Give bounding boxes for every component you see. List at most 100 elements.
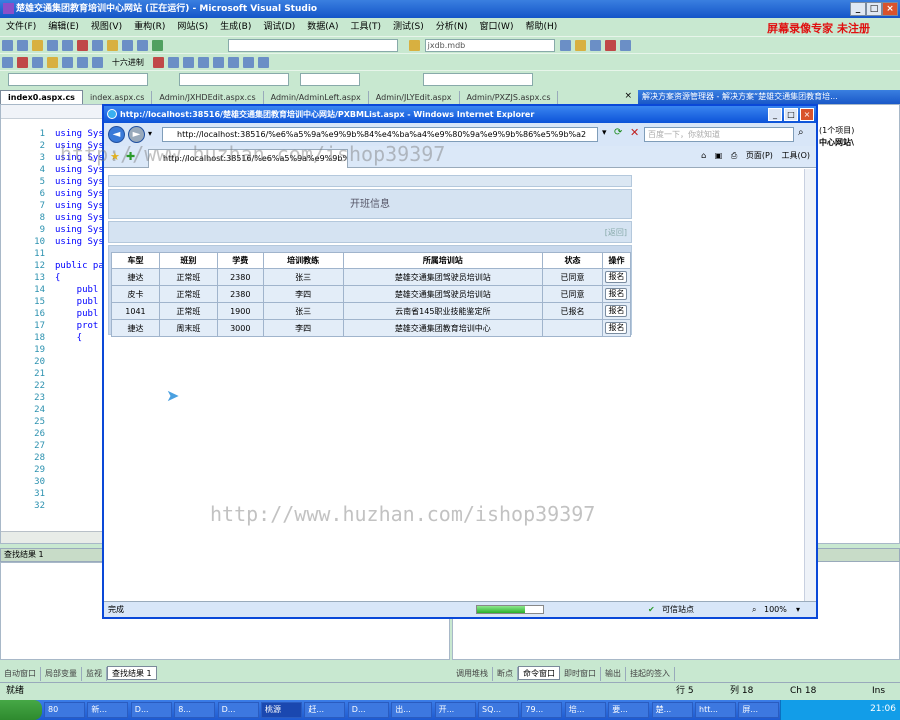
ie-minimize-button[interactable]: _: [768, 108, 782, 121]
open-file-icon[interactable]: [32, 40, 43, 51]
close-document-icon[interactable]: ×: [624, 91, 632, 101]
paste-icon[interactable]: [107, 40, 118, 51]
back-link[interactable]: [返回]: [605, 228, 627, 237]
align-left-icon[interactable]: [182, 57, 194, 68]
ie-maximize-button[interactable]: □: [784, 108, 798, 121]
tab-adminleft-aspx[interactable]: Admin/AdminLeft.aspx: [264, 91, 369, 105]
url-dropdown-icon[interactable]: ▾: [602, 128, 607, 138]
code-line[interactable]: publ: [55, 297, 99, 307]
start-debug-icon[interactable]: [152, 40, 163, 51]
feeds-icon[interactable]: ▣: [715, 151, 723, 160]
align-center-icon[interactable]: [197, 57, 209, 68]
new-project-icon[interactable]: [2, 40, 13, 51]
page-menu[interactable]: 页面(P): [746, 151, 773, 160]
home-icon[interactable]: ⌂: [701, 151, 706, 160]
tab-autos[interactable]: 自动窗口: [0, 667, 41, 681]
solution-project-count[interactable]: (1个项目): [819, 125, 854, 136]
properties-icon[interactable]: [559, 40, 571, 51]
style-combo[interactable]: [178, 73, 289, 86]
back-arrow-icon[interactable]: ◄: [108, 126, 125, 143]
database-combo[interactable]: jxdb.mdb: [424, 39, 555, 52]
page-vertical-scrollbar[interactable]: [804, 169, 816, 601]
menu-window[interactable]: 窗口(W): [474, 18, 520, 36]
step-out-icon[interactable]: [92, 57, 103, 68]
code-line[interactable]: {: [55, 333, 82, 343]
block-format-combo[interactable]: [422, 73, 533, 86]
start-page-icon[interactable]: [619, 40, 631, 51]
code-line[interactable]: prot: [55, 321, 99, 331]
tab-output[interactable]: 输出: [601, 667, 626, 681]
step-into-icon[interactable]: [62, 57, 73, 68]
menu-tools[interactable]: 工具(T): [344, 18, 387, 36]
minimize-button[interactable]: _: [850, 2, 866, 16]
pause-icon[interactable]: [2, 57, 13, 68]
solution-website-node[interactable]: 中心网站\: [819, 137, 854, 148]
menu-refactor[interactable]: 重构(R): [128, 18, 171, 36]
menu-test[interactable]: 测试(S): [387, 18, 430, 36]
step-over-icon[interactable]: [77, 57, 88, 68]
refresh-icon[interactable]: ⟳: [614, 127, 622, 138]
taskbar-button[interactable]: htt...: [695, 702, 736, 718]
code-line[interactable]: publ: [55, 285, 99, 295]
taskbar-button[interactable]: 要...: [608, 702, 650, 718]
config-combo[interactable]: [227, 39, 398, 52]
menu-file[interactable]: 文件(F): [0, 18, 42, 36]
tab-command-window[interactable]: 命令窗口: [518, 666, 560, 680]
taskbar-button[interactable]: D...: [130, 702, 172, 718]
format-icon[interactable]: [167, 57, 179, 68]
undo-icon[interactable]: [122, 40, 133, 51]
print-icon[interactable]: ⎙: [731, 151, 737, 160]
zoom-level[interactable]: 100%: [764, 602, 787, 617]
history-dropdown-icon[interactable]: ▾: [148, 129, 152, 138]
menu-edit[interactable]: 编辑(E): [42, 18, 85, 36]
search-input[interactable]: 百度一下，你就知道: [644, 127, 794, 142]
menu-analyze[interactable]: 分析(N): [430, 18, 474, 36]
taskbar-button[interactable]: 79...: [521, 702, 563, 718]
code-line[interactable]: public pa: [55, 261, 104, 271]
menu-data[interactable]: 数据(A): [301, 18, 344, 36]
zoom-dropdown-icon[interactable]: ▾: [796, 602, 800, 617]
signup-button[interactable]: 报名: [605, 288, 628, 300]
indent-icon[interactable]: [212, 57, 224, 68]
taskbar-button[interactable]: 桃源: [261, 702, 302, 718]
show-next-statement-icon[interactable]: [47, 57, 58, 68]
taskbar-button[interactable]: 出...: [391, 702, 433, 718]
signup-button[interactable]: 报名: [605, 322, 628, 334]
uncomment-icon[interactable]: [257, 57, 269, 68]
code-line[interactable]: using Sys: [55, 213, 104, 223]
tab-index-aspx-cs[interactable]: index.aspx.cs: [83, 91, 153, 105]
taskbar-button[interactable]: 赶...: [304, 702, 346, 718]
tab-jlyedit-aspx[interactable]: Admin/JLYEdit.aspx: [369, 91, 460, 105]
add-item-icon[interactable]: [17, 40, 28, 51]
menu-build[interactable]: 生成(B): [214, 18, 257, 36]
toolbox-icon[interactable]: [574, 40, 586, 51]
stop-icon[interactable]: ✕: [630, 126, 639, 139]
forward-arrow-icon[interactable]: ►: [128, 126, 145, 143]
object-browser-icon[interactable]: [604, 40, 616, 51]
taskbar-button[interactable]: 开...: [434, 702, 476, 718]
tab-pending-checkins[interactable]: 挂起的签入: [626, 667, 675, 681]
breakpoints-icon[interactable]: [152, 57, 164, 68]
tools-menu[interactable]: 工具(O): [781, 151, 810, 160]
close-button[interactable]: ×: [882, 2, 898, 16]
signup-button[interactable]: 报名: [605, 305, 628, 317]
taskbar-button[interactable]: 培...: [564, 702, 606, 718]
save-all-icon[interactable]: [62, 40, 73, 51]
code-line[interactable]: publ: [55, 309, 99, 319]
tab-locals[interactable]: 局部变量: [41, 667, 82, 681]
save-icon[interactable]: [47, 40, 58, 51]
menu-help[interactable]: 帮助(H): [519, 18, 563, 36]
code-line[interactable]: using Sys: [55, 201, 104, 211]
outdent-icon[interactable]: [227, 57, 239, 68]
redo-icon[interactable]: [137, 40, 148, 51]
copy-icon[interactable]: [92, 40, 103, 51]
code-line[interactable]: using Sys: [55, 129, 104, 139]
cut-icon[interactable]: [77, 40, 88, 51]
code-line[interactable]: using Sys: [55, 177, 104, 187]
taskbar-button[interactable]: 楚...: [651, 702, 693, 718]
menu-debug[interactable]: 调试(D): [257, 18, 301, 36]
signup-button[interactable]: 报名: [605, 271, 628, 283]
menu-view[interactable]: 视图(V): [85, 18, 128, 36]
tab-index0-aspx-cs[interactable]: index0.aspx.cs: [0, 90, 83, 104]
target-schema-combo[interactable]: [8, 73, 148, 86]
